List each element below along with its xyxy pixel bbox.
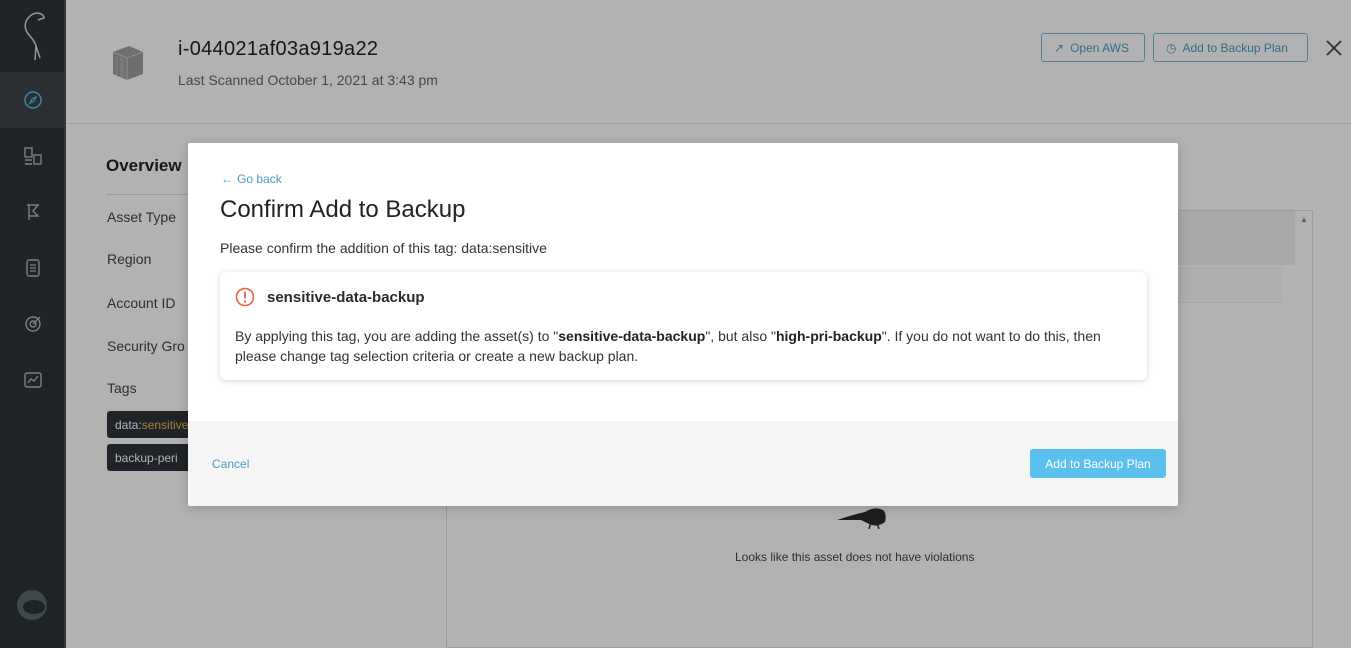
warning-body: By applying this tag, you are adding the… (235, 326, 1140, 366)
confirm-text: Please confirm the addition of this tag:… (220, 240, 547, 256)
warning-title: sensitive-data-backup (267, 289, 425, 306)
arrow-left-icon: ← (221, 172, 233, 186)
backup-plan-name: sensitive-data-backup (558, 328, 706, 344)
warning-text: ", but also " (705, 328, 776, 344)
go-back-label: Go back (237, 172, 282, 186)
confirm-modal: ← Go back Confirm Add to Backup Please c… (188, 143, 1178, 506)
modal-footer: Cancel Add to Backup Plan (188, 421, 1178, 506)
warning-text: By applying this tag, you are adding the… (235, 328, 559, 344)
exclamation-circle-icon (235, 287, 255, 307)
add-to-backup-plan-submit[interactable]: Add to Backup Plan (1030, 449, 1166, 478)
go-back-link[interactable]: ← Go back (221, 172, 282, 186)
warning-card: sensitive-data-backup By applying this t… (220, 272, 1147, 380)
backup-plan-name: high-pri-backup (775, 328, 882, 344)
cancel-button[interactable]: Cancel (212, 457, 249, 471)
modal-title: Confirm Add to Backup (220, 196, 466, 223)
